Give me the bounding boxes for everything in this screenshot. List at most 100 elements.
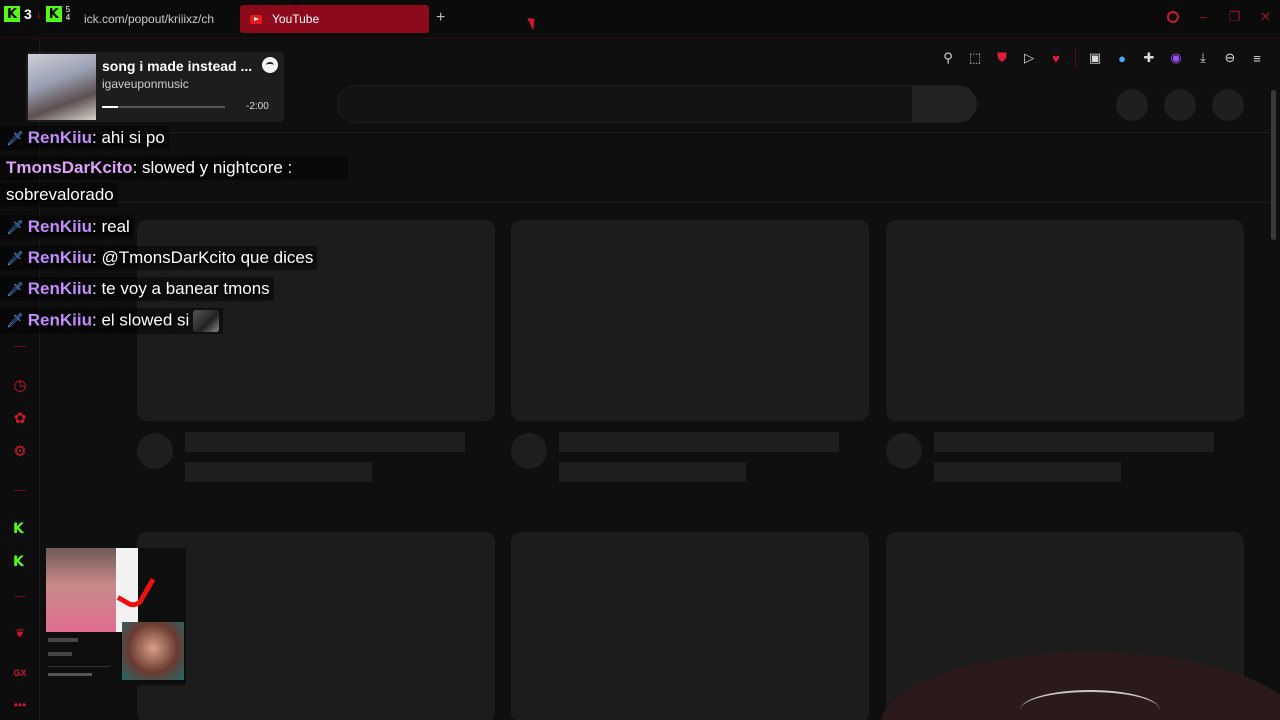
chat-emote: [193, 310, 220, 332]
extension-icon[interactable]: ▣: [1087, 50, 1103, 66]
top-left-indicators: K 3 ↓ K 5 4: [4, 4, 70, 24]
sword-badge-icon: 🗡: [6, 250, 24, 266]
webcam-caption-line: [48, 652, 72, 656]
translate-icon[interactable]: ●: [1114, 50, 1130, 66]
chat-username[interactable]: RenKiiu: [28, 279, 92, 298]
indicator-stack: 5 4: [66, 6, 70, 22]
leaf-icon[interactable]: ❦: [11, 624, 29, 642]
toolbar-divider: [1075, 48, 1076, 68]
kick-icon[interactable]: K: [13, 522, 27, 536]
menu-icon[interactable]: ≡: [1249, 50, 1265, 66]
chat-message: 🗡 RenKiiu: @TmonsDarKcito que dices: [0, 246, 318, 270]
spotify-now-playing: song i made instead ... igaveuponmusic -…: [26, 52, 284, 122]
tab-url-fragment[interactable]: ick.com/popout/kriiixz/ch: [84, 12, 226, 26]
kick-icon[interactable]: K: [13, 555, 27, 569]
minimize-icon[interactable]: –: [1197, 10, 1210, 23]
kick-icon[interactable]: K: [45, 6, 62, 22]
album-art: [28, 54, 96, 120]
chat-text: : ahi si po: [92, 128, 165, 147]
download-icon[interactable]: ⤓: [1195, 50, 1211, 66]
chat-text: : slowed y nightcore :: [132, 158, 293, 177]
settings-icon[interactable]: ⚙: [11, 442, 29, 460]
indicator-count: 3: [24, 6, 32, 22]
track-title: song i made instead ...: [102, 58, 253, 74]
track-progress-bar: [102, 106, 225, 108]
notifications-icon[interactable]: [1164, 89, 1196, 121]
track-progress-fill: [102, 106, 118, 108]
spotify-icon: [262, 57, 278, 73]
title-placeholder: [185, 432, 465, 452]
kick-icon[interactable]: K: [4, 6, 20, 22]
title-placeholder: [934, 432, 1214, 452]
avatar-icon[interactable]: ◉: [1168, 50, 1184, 66]
pin-icon[interactable]: ⚲: [940, 50, 956, 66]
chat-text: sobrevalorado: [6, 185, 114, 204]
sidebar-divider: [14, 596, 26, 597]
window-controls: – ❐ ✕: [1167, 10, 1272, 23]
chat-message: 🗡 RenKiiu: te voy a banear tmons: [0, 277, 274, 301]
sword-badge-icon: 🗡: [6, 312, 24, 329]
chat-text: : real: [92, 217, 130, 236]
screenshot-icon[interactable]: ⬚: [967, 50, 983, 66]
gx-icon[interactable]: GX: [11, 664, 29, 682]
sidebar-divider: [14, 346, 26, 347]
header-divider: [40, 132, 1270, 133]
meta-placeholder: [185, 462, 372, 482]
heart-icon[interactable]: ♥: [1048, 50, 1064, 66]
tab-label: YouTube: [272, 12, 320, 26]
sword-badge-icon: 🗡: [6, 281, 24, 297]
video-thumbnail-placeholder[interactable]: [511, 532, 869, 720]
link-icon[interactable]: ⊖: [1222, 50, 1238, 66]
webcam-divider: [48, 666, 110, 667]
chat-message: 🗡 RenKiiu: ahi si po: [0, 126, 169, 150]
video-thumbnail-placeholder[interactable]: [137, 532, 495, 720]
close-icon[interactable]: ✕: [1259, 10, 1272, 23]
send-icon[interactable]: ▷: [1021, 50, 1037, 66]
meta-placeholder: [559, 462, 746, 482]
webcam-man-image: [122, 622, 184, 680]
youtube-search-button[interactable]: [913, 85, 977, 123]
webcam-thumbnail: [44, 548, 186, 685]
chips-divider: [40, 202, 1270, 203]
chat-username[interactable]: RenKiiu: [28, 217, 92, 236]
chat-text: : te voy a banear tmons: [92, 279, 270, 298]
chat-username[interactable]: RenKiiu: [28, 248, 92, 267]
chat-message: 🗡 RenKiiu: real: [0, 215, 134, 239]
channel-avatar-placeholder: [511, 433, 547, 469]
maximize-icon[interactable]: ❐: [1228, 10, 1241, 23]
chat-text: : el slowed si: [92, 310, 190, 330]
sword-badge-icon: 🗡: [6, 130, 24, 146]
new-tab-button[interactable]: +: [436, 10, 445, 26]
video-thumbnail-placeholder[interactable]: [886, 220, 1244, 421]
chat-text: : @TmonsDarKcito que dices: [92, 248, 314, 267]
webcam-caption-line: [48, 638, 78, 642]
track-time-remaining: -2:00: [246, 101, 269, 112]
page-scrollbar[interactable]: [1271, 90, 1276, 240]
chat-message-continued: sobrevalorado: [0, 183, 118, 207]
webcam-caption-line: [48, 673, 92, 676]
account-avatar[interactable]: [1212, 89, 1244, 121]
history-icon[interactable]: ◷: [11, 376, 29, 394]
video-thumbnail-placeholder[interactable]: [511, 220, 869, 421]
title-placeholder: [559, 432, 839, 452]
mouse-cursor-icon: [527, 15, 539, 31]
youtube-search-input[interactable]: [337, 85, 913, 123]
create-icon[interactable]: [1116, 89, 1148, 121]
puzzle-icon[interactable]: ✚: [1141, 50, 1157, 66]
extensions-icon[interactable]: ✿: [11, 409, 29, 427]
more-icon[interactable]: •••: [11, 696, 29, 714]
chat-message: TmonsDarKcito: slowed y nightcore :: [0, 156, 349, 180]
chat-username[interactable]: TmonsDarKcito: [6, 158, 133, 177]
tab-youtube[interactable]: YouTube: [240, 5, 429, 33]
chat-username[interactable]: RenKiiu: [28, 128, 92, 147]
channel-avatar-placeholder: [137, 433, 173, 469]
chat-username[interactable]: RenKiiu: [28, 310, 92, 329]
youtube-icon: [250, 14, 262, 24]
pocket-icon[interactable]: ⛊: [994, 50, 1010, 66]
sidebar-divider: [14, 490, 26, 491]
indicator-small-bottom: 4: [65, 13, 71, 22]
track-artist: igaveuponmusic: [102, 77, 189, 91]
download-arrow-icon: ↓: [35, 7, 42, 21]
meta-placeholder: [934, 462, 1121, 482]
search-icon[interactable]: [1167, 10, 1179, 23]
